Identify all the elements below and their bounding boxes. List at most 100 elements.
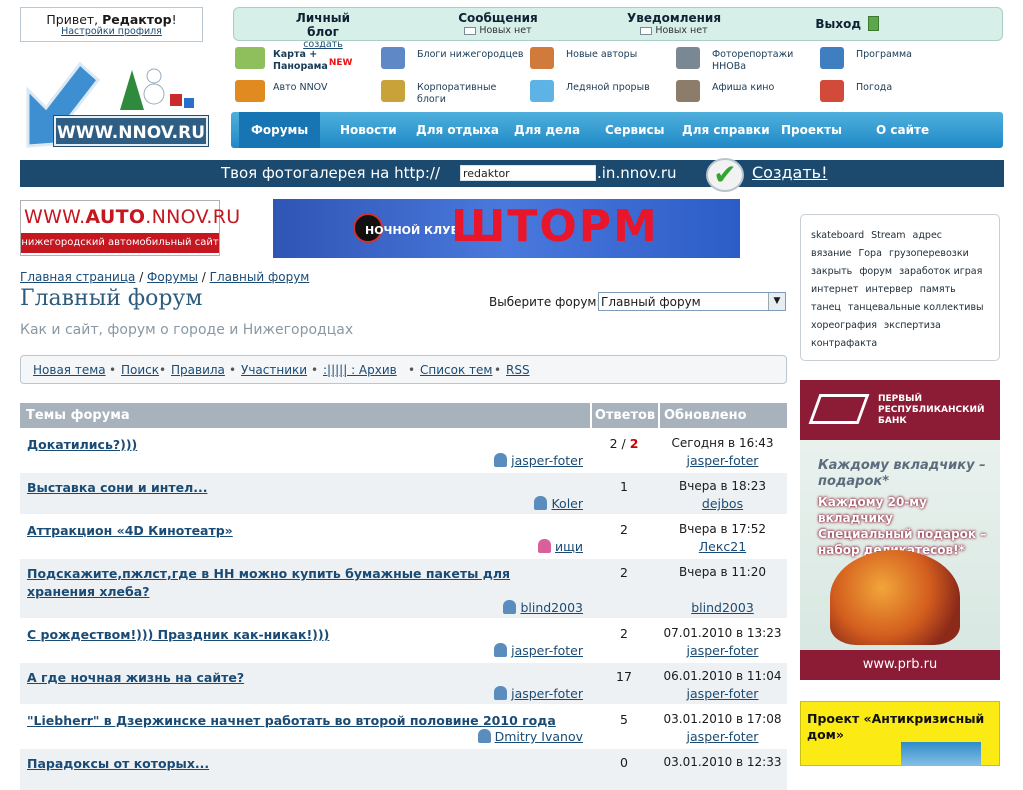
tag-link[interactable]: память [920,284,956,295]
tag-link[interactable]: форум [859,266,892,277]
tag-link[interactable]: экспертиза [884,320,941,331]
logout-nav[interactable]: Выход [812,16,882,31]
toolbar-link-0[interactable]: Новая тема [33,363,106,377]
user-avatar-icon [477,729,491,743]
storm-club-banner[interactable]: НОЧНОЙ КЛУБ ШТОРМ [273,199,740,258]
tag-cloud: skateboard Stream адрес вязание Гора гру… [800,214,1000,361]
tag-link[interactable]: вязание [811,248,851,259]
user-avatar-icon [494,686,508,700]
tag-link[interactable]: интернет [811,284,858,295]
tag-link[interactable]: танцевальные коллективы [848,302,984,313]
gallery-subdomain-input[interactable] [460,165,596,181]
toolbar-link-4[interactable]: :||||| : Архив [323,363,397,377]
toolbar-separator: • [494,363,502,377]
tag-link[interactable]: закрыть [811,266,852,277]
menu-item-7[interactable]: О сайте [876,112,929,148]
service-item-1[interactable]: Блоги нижегородцев [381,47,524,75]
topic-title-link[interactable]: "Liebherr" в Дзержинске начнет работать … [27,712,567,730]
service-item-3[interactable]: Фоторепортажи ННОВа [676,47,816,75]
service-item-4[interactable]: Программа [820,47,960,75]
service-item-0[interactable]: Карта + ПанорамаNEW [235,47,375,75]
topic-title-link[interactable]: Выставка сони и интел... [27,479,567,497]
last-poster-link[interactable]: jasper-foter [658,686,787,701]
topic-author-link[interactable]: Koler [534,496,583,511]
menu-item-4[interactable]: Сервисы [605,112,665,148]
tag-link[interactable]: грузоперевозки [889,248,969,259]
topic-author-link[interactable]: jasper-foter [494,453,583,468]
menu-item-6[interactable]: Проекты [781,112,842,148]
main-menu: Форумы Новости Для отдыха Для дела Сервисы Дл… [231,112,1003,148]
last-poster-link[interactable]: jasper-foter [658,729,787,744]
table-row: Парадоксы от которых... 0 03.01.2010 в 12:… [20,749,787,790]
service-item-9[interactable]: Погода [820,80,960,108]
personal-blog-nav[interactable]: Личный блог создать [278,11,368,50]
topic-author-link[interactable]: blind2003 [503,600,583,615]
user-avatar-icon [537,539,551,553]
tag-link[interactable]: интервер [865,284,912,295]
chevron-down-icon[interactable]: ▼ [768,293,785,310]
last-poster-link[interactable]: Лекс21 [658,539,787,554]
toolbar-link-2[interactable]: Правила [171,363,225,377]
topic-title-link[interactable]: Подскажите,пжлст,где в НН можно купить б… [27,565,567,601]
toolbar-link-5[interactable]: Список тем [420,363,492,377]
menu-item-2[interactable]: Для отдыха [416,112,499,148]
tag-link[interactable]: skateboard [811,230,864,241]
storm-banner-title: ШТОРМ [451,201,659,252]
topic-title-link[interactable]: А где ночная жизнь на сайте? [27,669,567,687]
last-poster-link[interactable]: blind2003 [658,600,787,615]
tag-link[interactable]: танец [811,302,841,313]
reply-count: 2 [620,565,628,580]
menu-item-5[interactable]: Для справки [682,112,770,148]
topic-author-link[interactable]: jasper-foter [494,686,583,701]
breadcrumb-home[interactable]: Главная страница [20,270,135,284]
forum-select[interactable]: Главный форум ▼ [598,292,786,311]
site-logo[interactable]: WWW.NNOV.RU [20,50,210,150]
menu-item-1[interactable]: Новости [340,112,397,148]
tag-link[interactable]: адрес [913,230,943,241]
tag-link[interactable]: Stream [871,230,905,241]
last-poster-link[interactable]: jasper-foter [658,643,787,658]
topic-title-link[interactable]: Аттракцион «4D Кинотеатр» [27,522,567,540]
tag-link[interactable]: хореография [811,320,877,331]
tag-link[interactable]: заработок играя [899,266,982,277]
tag-link[interactable]: Гора [858,248,881,259]
prb-url: www.prb.ru [800,650,1000,680]
topic-title-link[interactable]: С рождеством!))) Праздник как-никак!))) [27,626,567,644]
user-avatar-icon [494,453,508,467]
service-item-7[interactable]: Ледяной прорыв [530,80,670,108]
prb-bank-banner[interactable]: ПЕРВЫЙ РЕСПУБЛИКАНСКИЙ БАНК Каждому вкладч… [800,380,1000,680]
toolbar-link-3[interactable]: Участники [241,363,307,377]
topic-author-link[interactable]: Dmitry Ivanov [477,729,583,744]
user-avatar-icon [534,496,548,510]
notifications-nav[interactable]: Уведомления Новых нет [624,11,724,36]
topic-title-link[interactable]: Докатились?))) [27,436,567,454]
service-item-6[interactable]: Корпоративные блоги [381,80,521,108]
toolbar-link-1[interactable]: Поиск [121,363,159,377]
service-item-5[interactable]: Авто NNOV [235,80,375,108]
last-poster-link[interactable]: jasper-foter [658,453,787,468]
profile-settings-link[interactable]: Настройки профиля [21,27,202,37]
auto-nnov-banner[interactable]: WWW.AUTO.NNOV.RU нижегородский автомобил… [20,200,240,256]
topic-title-link[interactable]: Парадоксы от которых... [27,755,567,773]
envelope-icon [464,26,477,35]
authors-icon [530,47,554,69]
breadcrumb-main-forum[interactable]: Главный форум [210,270,310,284]
breadcrumb-forums[interactable]: Форумы [147,270,198,284]
auto-banner-subtitle: нижегородский автомобильный сайт [21,233,219,253]
last-poster-link[interactable]: dejbos [658,496,787,511]
topic-author-link[interactable]: ищи [537,539,583,554]
messages-nav[interactable]: Сообщения Новых нет [450,11,546,36]
topic-author-link[interactable]: jasper-foter [494,643,583,658]
new-replies-count[interactable]: 2 [630,436,639,451]
menu-item-3[interactable]: Для дела [514,112,580,148]
menu-item-0[interactable]: Форумы [239,112,321,148]
checkmark-icon[interactable]: ✔ [706,158,744,192]
service-item-2[interactable]: Новые авторы [530,47,670,75]
anticrisis-house-banner[interactable]: Проект «Антикризисный дом» [800,701,1000,766]
tag-link[interactable]: контрафакта [811,338,877,349]
create-gallery-link[interactable]: Создать! [752,163,828,182]
tv-icon [820,47,844,69]
service-item-8[interactable]: Афиша кино [676,80,816,108]
user-avatar-icon [494,643,508,657]
toolbar-link-6[interactable]: RSS [506,363,530,377]
